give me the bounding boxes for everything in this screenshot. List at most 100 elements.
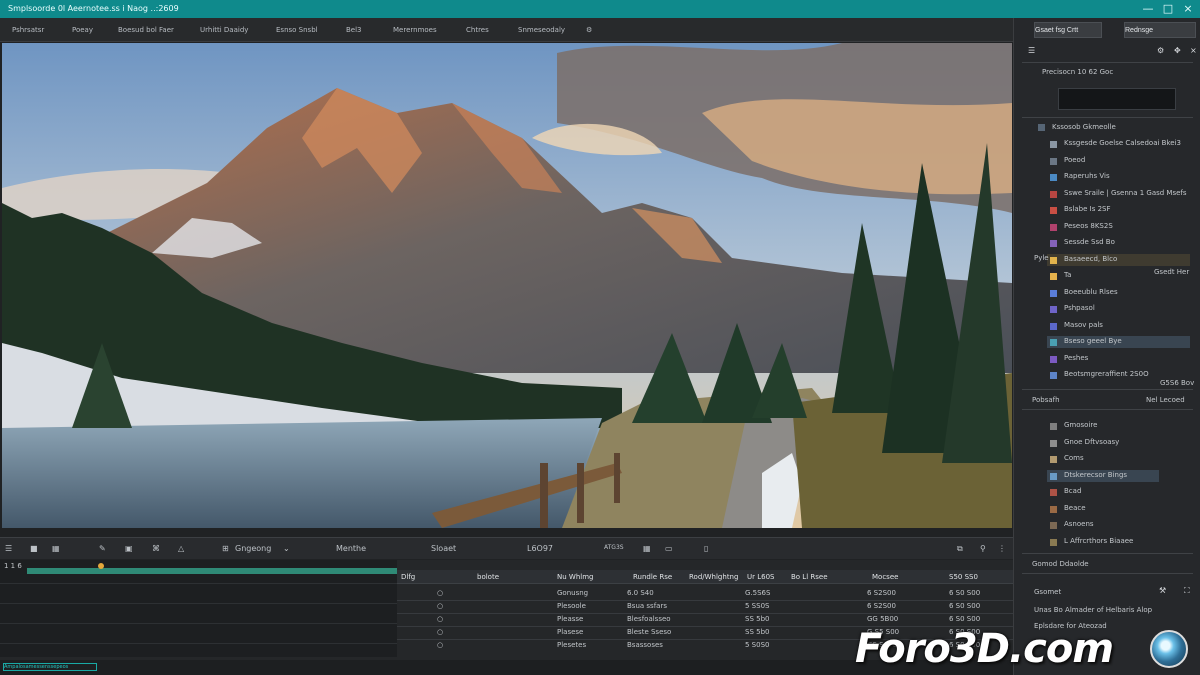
column-header[interactable]: Rod/Whlghtng xyxy=(689,573,738,581)
layer-item-label[interactable]: Ta xyxy=(1064,271,1071,279)
panel-icon[interactable]: ☰ xyxy=(1028,46,1035,55)
chevron-down-icon[interactable]: ⌄ xyxy=(283,544,290,553)
layer-swatch[interactable] xyxy=(1050,472,1057,480)
layer-item-label[interactable]: Sessde Ssd Bo xyxy=(1064,238,1115,246)
color-swatch[interactable] xyxy=(1050,273,1057,280)
close-icon[interactable]: × xyxy=(1180,2,1196,16)
timeline-track[interactable] xyxy=(27,568,397,574)
top-button-2[interactable]: Rednsge xyxy=(1124,22,1196,38)
tool-icon[interactable]: ⚒ xyxy=(1159,586,1166,595)
menu-item[interactable]: Urhitti Daaidy xyxy=(200,26,248,34)
column-header[interactable]: Nu Whlmg xyxy=(557,573,593,581)
color-swatch[interactable] xyxy=(1050,306,1057,313)
layer-item-label[interactable]: Gnoe Dftvsoasy xyxy=(1064,438,1119,446)
panel-icon[interactable]: ▯ xyxy=(704,544,708,553)
color-swatch[interactable] xyxy=(1050,207,1057,214)
group-dropdown[interactable]: Gngeong xyxy=(235,544,271,553)
link-icon[interactable]: ⌘ xyxy=(152,544,160,553)
gear-icon[interactable]: ⚙ xyxy=(1157,46,1164,55)
layer-item-label[interactable]: Boeeublu Rlses xyxy=(1064,288,1118,296)
column-header[interactable]: S50 SS0 xyxy=(949,573,978,581)
ruler-icon[interactable]: ▭ xyxy=(665,544,673,553)
layer-swatch[interactable] xyxy=(1050,456,1057,463)
group-icon[interactable]: ⊞ xyxy=(222,544,229,553)
maximize-icon[interactable]: □ xyxy=(1160,2,1176,16)
close-icon[interactable]: × xyxy=(1190,46,1197,55)
layer-swatch[interactable] xyxy=(1050,522,1057,529)
crop-icon[interactable]: ⧉ xyxy=(957,544,963,554)
menu-item[interactable]: Poeay xyxy=(72,26,93,34)
expand-icon[interactable]: ✥ xyxy=(1174,46,1181,55)
column-header[interactable]: Dlfg xyxy=(401,573,415,581)
layer-item-label[interactable]: Coms xyxy=(1064,454,1084,462)
fill-icon[interactable]: ⛶ xyxy=(1184,586,1190,596)
color-swatch[interactable] xyxy=(1050,240,1057,247)
color-swatch[interactable] xyxy=(1050,355,1057,363)
layer-item-label[interactable]: Kssgesde Goelse Calsedoai Bkei3 xyxy=(1064,139,1181,147)
layer-item-label[interactable]: Masov pals xyxy=(1064,321,1103,329)
pin-icon[interactable]: ⚲ xyxy=(980,544,986,553)
column-header[interactable]: Ur L60S xyxy=(747,573,774,581)
layer-item-label[interactable]: Bslabe Is 2SF xyxy=(1064,205,1111,213)
layer-item-label[interactable]: Poeod xyxy=(1064,156,1085,164)
layer-item-label[interactable]: Pshpasol xyxy=(1064,304,1095,312)
settings-icon[interactable]: ⚙ xyxy=(586,26,592,34)
column-header[interactable]: bolote xyxy=(477,573,499,581)
layer-swatch[interactable] xyxy=(1050,489,1057,496)
color-swatch[interactable] xyxy=(1050,174,1057,181)
layer-item-label[interactable]: Beace xyxy=(1064,504,1086,512)
layer-swatch[interactable] xyxy=(1050,538,1057,546)
menu-icon[interactable]: ☰ xyxy=(5,544,12,553)
row-icon: ○ xyxy=(437,615,444,623)
preview-box[interactable] xyxy=(1058,88,1176,110)
camera-icon[interactable]: ▣ xyxy=(125,544,133,553)
menu-item[interactable]: Bel3 xyxy=(346,26,362,34)
menu-item[interactable]: Chtres xyxy=(466,26,489,34)
grid-icon[interactable]: ▦ xyxy=(643,544,651,553)
menu-item[interactable]: Snmeseodaly xyxy=(518,26,565,34)
column-header[interactable]: Mocsee xyxy=(872,573,898,581)
layer-swatch[interactable] xyxy=(1050,423,1057,430)
brush-icon[interactable]: ✎ xyxy=(99,544,106,553)
color-swatch[interactable] xyxy=(1050,141,1057,148)
frame-icon[interactable]: ▦ xyxy=(52,544,60,553)
color-swatch[interactable] xyxy=(1050,157,1057,165)
layer-item-label[interactable]: Beotsmgreraffient 2S0O xyxy=(1064,370,1149,378)
layer-item-label[interactable]: Sswe Sraile | Gsenna 1 Gasd Msefs xyxy=(1064,189,1187,197)
playhead[interactable] xyxy=(98,563,104,569)
color-swatch[interactable] xyxy=(1050,223,1057,231)
image-viewport[interactable] xyxy=(2,43,1012,528)
layer-swatch[interactable] xyxy=(1050,439,1057,447)
layer-item-label[interactable]: Gmosoire xyxy=(1064,421,1097,429)
color-swatch[interactable] xyxy=(1050,372,1057,379)
layer-item-label[interactable]: Basaeecd, Blco xyxy=(1064,255,1117,263)
layer-item-label[interactable]: Raperuhs Vis xyxy=(1064,172,1110,180)
layer-item-label[interactable]: Peshes xyxy=(1064,354,1088,362)
column-header[interactable]: Rundle Rse xyxy=(633,573,672,581)
top-button[interactable]: Gsaet fsg Crtt xyxy=(1034,22,1102,38)
layer-item-label[interactable]: Asnoens xyxy=(1064,520,1094,528)
layer-item-label[interactable]: Peseos 8KS2S xyxy=(1064,222,1113,230)
more-icon[interactable]: ⋮ xyxy=(998,544,1006,553)
sort-label[interactable]: Sloaet xyxy=(431,544,456,553)
color-swatch[interactable] xyxy=(1050,190,1057,198)
color-swatch[interactable] xyxy=(1050,289,1057,297)
menu-item[interactable]: Boesud bol Faer xyxy=(118,26,174,34)
color-swatch[interactable] xyxy=(1050,256,1057,264)
color-swatch[interactable] xyxy=(1050,339,1057,346)
color-swatch[interactable] xyxy=(1050,322,1057,330)
stop-icon[interactable]: ■ xyxy=(30,544,38,553)
layer-swatch[interactable] xyxy=(1050,505,1057,513)
layer-item-label[interactable]: L Affrcrthors Biaaee xyxy=(1064,537,1133,545)
menu-item[interactable]: Esnso Snsbl xyxy=(276,26,318,34)
menu-item[interactable]: Pshrsatsr xyxy=(12,26,44,34)
column-header[interactable]: Bo Ll Rsee xyxy=(791,573,828,581)
layer-item-label[interactable]: Dtskerecsor Bings xyxy=(1064,471,1127,479)
track-area[interactable]: 1 1 6 xyxy=(0,560,397,657)
minimize-icon[interactable]: — xyxy=(1140,2,1156,16)
panel-divider xyxy=(1022,409,1193,410)
layer-item-label[interactable]: Bseso geeel Bye xyxy=(1064,337,1122,345)
shape-icon[interactable]: △ xyxy=(178,544,184,553)
menu-item[interactable]: Merernmoes xyxy=(393,26,437,34)
layer-item-label[interactable]: Bcad xyxy=(1064,487,1081,495)
